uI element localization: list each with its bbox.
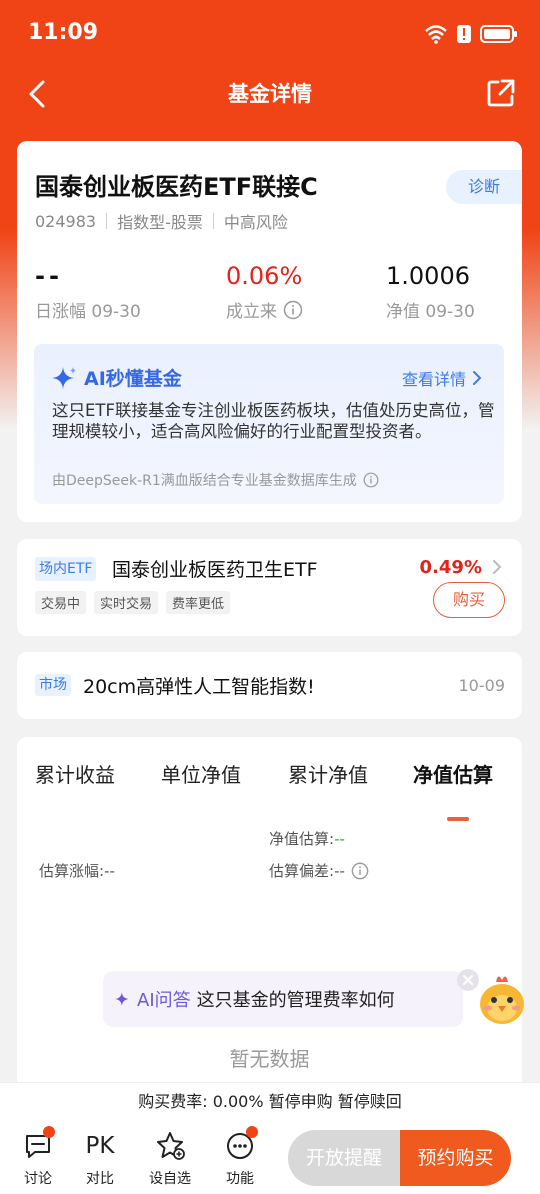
chevron-right-icon [473, 371, 482, 385]
chevron-right-icon [493, 560, 502, 574]
est-deviation-value: -- [334, 862, 345, 880]
est-nav-value: -- [334, 830, 345, 848]
related-etf-card[interactable]: 场内ETF 国泰创业板医药卫生ETF 0.49% 交易中 实时交易 费率更低 购… [17, 539, 522, 636]
divider [212, 213, 214, 229]
market-headline: 20cm高弹性人工智能指数! [83, 676, 315, 698]
fund-tags: 024983 指数型-股票 中高风险 [35, 209, 288, 233]
est-nav-label: 净值估算: [269, 830, 335, 848]
etf-tag: 交易中 [35, 591, 87, 614]
info-icon[interactable] [351, 862, 369, 880]
ai-source-note: 由DeepSeek-R1满血版结合专业基金数据库生成 [52, 470, 379, 490]
chart-tabs: 累计收益 单位净值 累计净值 净值估算 [17, 759, 522, 821]
discuss-button[interactable]: 讨论 [13, 1126, 63, 1188]
diagnose-button[interactable]: 诊断 [446, 170, 522, 204]
wifi-icon [425, 25, 447, 44]
metric-value: 0.06% [226, 262, 303, 290]
ai-summary-box[interactable]: AI秒懂基金 查看详情 这只ETF联接基金专注创业板医药板块，估值处历史高位，管… [34, 344, 504, 504]
functions-label: 功能 [226, 1171, 254, 1187]
metric-daily-change: -- 日涨幅 09-30 [35, 259, 141, 322]
est-change-value: -- [104, 862, 115, 880]
status-time: 11:09 [28, 20, 99, 45]
star-plus-icon [157, 1132, 185, 1160]
info-icon[interactable] [283, 300, 303, 320]
share-icon [487, 79, 515, 107]
active-tab-indicator [447, 817, 469, 821]
fee-info-bar: 购买费率: 0.00% 暂停申购 暂停赎回 [0, 1082, 540, 1120]
etf-name: 国泰创业板医药卫生ETF [112, 559, 318, 581]
etf-tags: 交易中 实时交易 费率更低 [35, 591, 231, 614]
battery-icon [480, 25, 517, 43]
share-button[interactable] [484, 76, 518, 110]
info-icon[interactable] [363, 472, 379, 488]
est-nav-row: 净值估算:-- [269, 828, 345, 849]
notification-dot [43, 1126, 55, 1138]
discuss-label: 讨论 [24, 1171, 52, 1187]
fund-risk: 中高风险 [223, 213, 288, 232]
tab-cumulative-return[interactable]: 累计收益 [35, 759, 115, 788]
bottom-action-bar: 讨论 PK 对比 设自选 功能 开放提醒 预约购买 [0, 1120, 540, 1194]
tab-unit-nav[interactable]: 单位净值 [161, 759, 241, 788]
tab-nav-estimate[interactable]: 净值估算 [413, 759, 493, 788]
tab-cumulative-nav[interactable]: 累计净值 [288, 759, 368, 788]
reserve-purchase-button[interactable]: 预约购买 [400, 1130, 511, 1186]
market-badge: 市场 [35, 674, 71, 696]
est-change-row: 估算涨幅:-- [39, 860, 115, 881]
etf-tag: 实时交易 [94, 591, 159, 614]
ai-question-bubble[interactable]: AI问答 这只基金的管理费率如何 [103, 971, 463, 1027]
mascot-chick-icon[interactable] [474, 968, 530, 1028]
etf-change: 0.49% [419, 557, 482, 578]
fund-name: 国泰创业板医药ETF联接C [35, 173, 318, 201]
fund-info-card: 国泰创业板医药ETF联接C 诊断 024983 指数型-股票 中高风险 -- 日… [17, 141, 522, 522]
fund-code: 024983 [35, 211, 97, 231]
est-deviation-row: 估算偏差:-- [269, 860, 369, 881]
pk-icon: PK [85, 1133, 115, 1159]
metric-label: 净值 09-30 [386, 302, 475, 322]
sparkle-icon [52, 366, 76, 389]
add-watchlist-label: 设自选 [149, 1171, 191, 1187]
etf-badge: 场内ETF [35, 557, 97, 581]
ai-summary-title: AI秒懂基金 [52, 364, 182, 391]
sparkle-icon [115, 992, 129, 1006]
etf-buy-button[interactable]: 购买 [433, 582, 505, 618]
est-change-label: 估算涨幅: [39, 862, 105, 880]
etf-tag: 费率更低 [166, 591, 231, 614]
alert-icon [457, 25, 471, 43]
ai-ask-label: AI问答 [137, 990, 191, 1011]
metric-since-inception: 0.06% 成立来 [226, 259, 303, 322]
market-news-card[interactable]: 市场 20cm高弹性人工智能指数! 10-09 [17, 652, 522, 719]
status-icons [424, 22, 518, 46]
metric-label: 日涨幅 09-30 [35, 302, 141, 322]
compare-label: 对比 [86, 1171, 114, 1187]
nav-bar: 基金详情 [0, 64, 540, 122]
divider [106, 213, 108, 229]
add-watchlist-button[interactable]: 设自选 [145, 1130, 195, 1188]
metric-nav: 1.0006 净值 09-30 [386, 259, 475, 322]
metric-value: -- [35, 262, 63, 290]
notification-dot [246, 1126, 258, 1138]
compare-button[interactable]: PK 对比 [75, 1130, 125, 1188]
est-deviation-label: 估算偏差: [269, 862, 335, 880]
ai-summary-text: 这只ETF联接基金专注创业板医药板块，估值处历史高位，管理规模较小，适合高风险偏… [52, 401, 495, 441]
metric-label: 成立来 [226, 302, 277, 322]
market-date: 10-09 [458, 676, 506, 695]
fund-type: 指数型-股票 [117, 213, 203, 232]
ai-view-details-link[interactable]: 查看详情 [402, 366, 482, 390]
no-data-text: 暂无数据 [229, 1047, 310, 1071]
functions-button[interactable]: 功能 [215, 1126, 265, 1188]
ai-ask-question: 这只基金的管理费率如何 [196, 990, 395, 1011]
open-reminder-button[interactable]: 开放提醒 [288, 1130, 400, 1186]
page-title: 基金详情 [228, 82, 312, 106]
status-bar: 11:09 [0, 0, 540, 64]
metric-value: 1.0006 [386, 262, 470, 290]
